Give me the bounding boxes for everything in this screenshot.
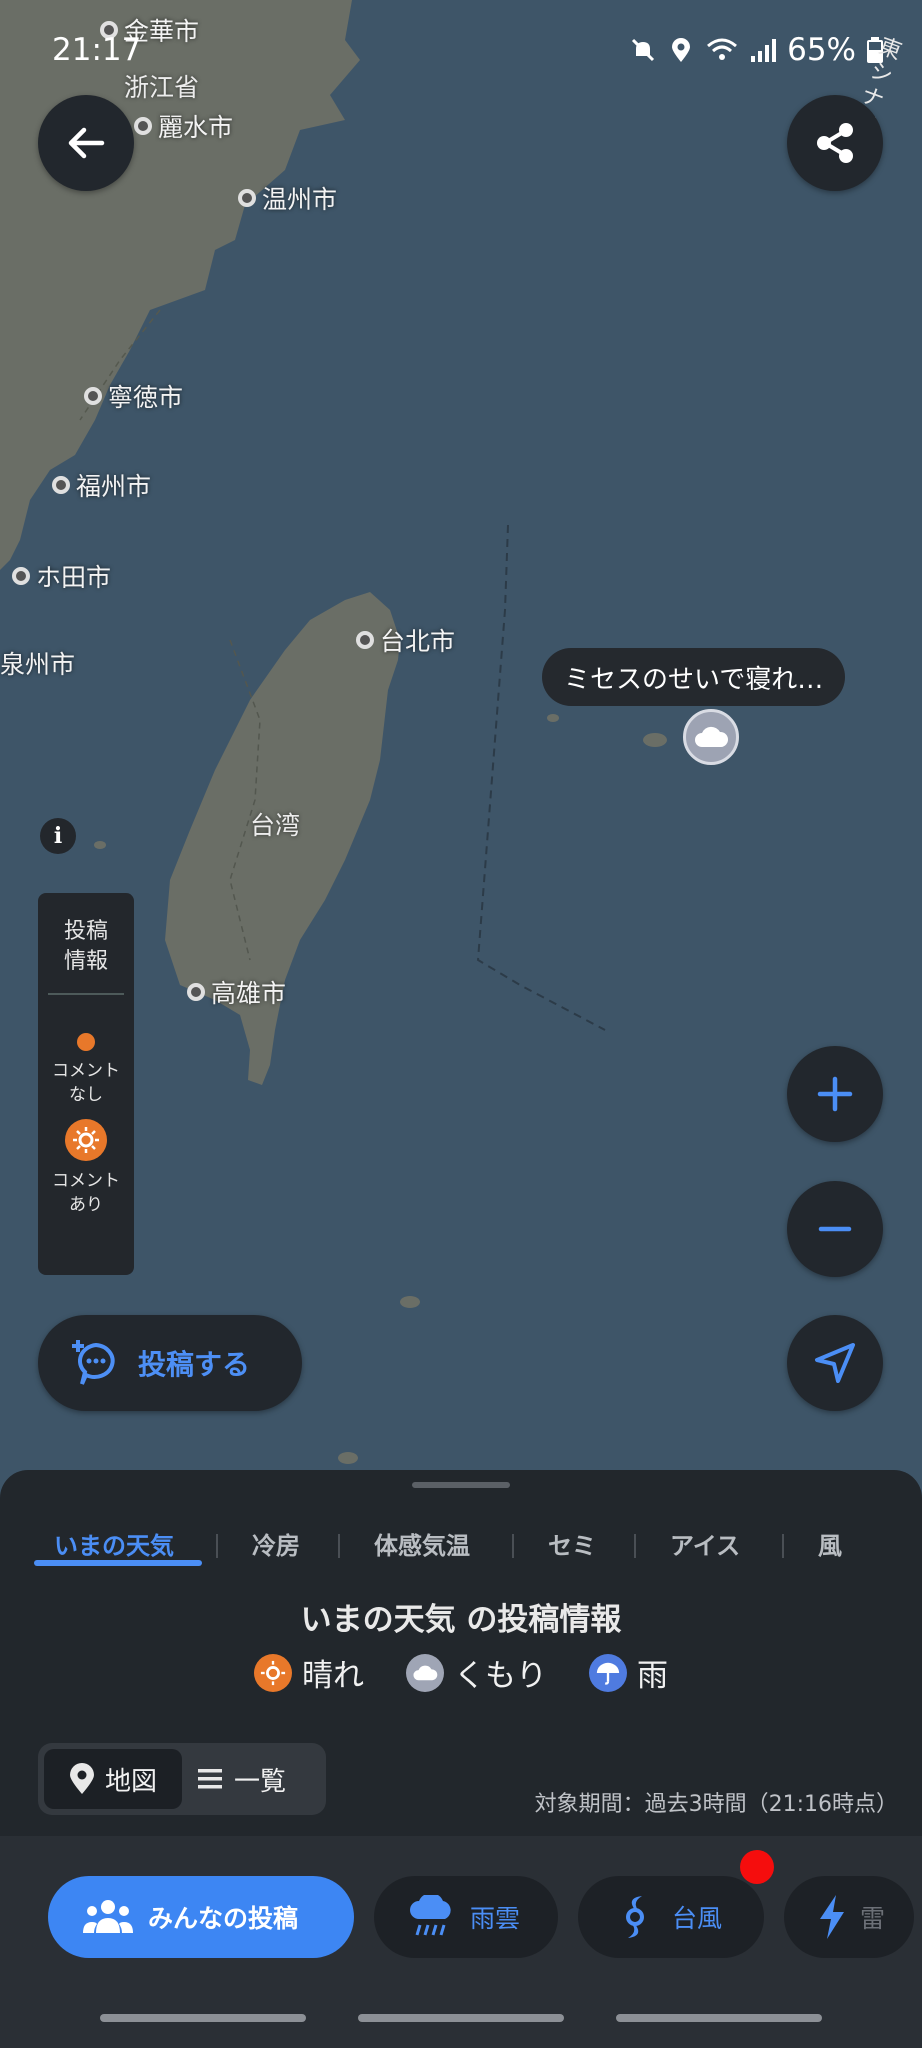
zoom-in-button[interactable] — [787, 1046, 883, 1142]
tab-divider — [512, 1534, 514, 1558]
city-dot-icon — [187, 983, 205, 1001]
tab-cooling[interactable]: 冷房 — [252, 1526, 300, 1561]
status-time: 21:17 — [52, 32, 142, 68]
city-putian[interactable]: ホ田市 — [12, 558, 111, 594]
city-dot-icon — [356, 631, 374, 649]
share-button[interactable] — [787, 95, 883, 191]
sun-badge-icon — [65, 1119, 107, 1161]
zoom-out-button[interactable] — [787, 1181, 883, 1277]
period-text: 対象期間：過去3時間（21:16時点） — [534, 1792, 898, 1817]
legend-no-comment: コメント なし — [52, 1061, 120, 1105]
status-icons: 65% — [629, 32, 884, 68]
view-toggle: 地図 一覧 — [38, 1743, 326, 1815]
signal-icon — [751, 39, 777, 62]
system-nav-home[interactable] — [358, 2014, 564, 2022]
nav-typhoon[interactable]: 台風 — [578, 1876, 764, 1958]
sheet-handle[interactable] — [412, 1482, 510, 1488]
wifi-icon — [707, 38, 738, 60]
active-tab-indicator — [34, 1560, 202, 1566]
status-bar: 21:17 65% — [0, 28, 922, 74]
nav-thunder[interactable]: 雷 — [784, 1876, 914, 1958]
plus-icon — [817, 1076, 853, 1112]
navigation-arrow-icon — [815, 1343, 855, 1383]
region-taiwan: 台湾 — [250, 811, 301, 840]
bottom-nav: みんなの投稿 雨雲 台風 雷 — [0, 1836, 922, 2048]
sun-icon — [254, 1653, 292, 1692]
add-comment-icon — [72, 1340, 115, 1385]
rain-cloud-icon — [410, 1895, 451, 1936]
city-dot-icon — [134, 117, 152, 135]
my-location-button[interactable] — [787, 1315, 883, 1411]
legend-rain: 雨 — [589, 1650, 668, 1695]
legend-cloudy: くもり — [406, 1650, 547, 1695]
legend-sunny-label: 晴れ — [302, 1658, 364, 1694]
post-bubble[interactable]: ミセスのせいで寝れ… — [542, 648, 846, 706]
legend-divider — [48, 993, 124, 995]
city-wenzhou[interactable]: 温州市 — [238, 180, 337, 216]
city-fuzhou[interactable]: 福州市 — [52, 467, 151, 503]
city-ningde[interactable]: 寧徳市 — [84, 378, 183, 414]
city-lishui[interactable]: 麗水市 — [134, 108, 233, 144]
back-button[interactable] — [38, 95, 134, 191]
tab-current-weather[interactable]: いまの天気 — [54, 1526, 174, 1561]
share-icon — [817, 123, 853, 163]
legend-with-comment: コメント あり — [52, 1171, 120, 1215]
system-nav-recent[interactable] — [100, 2014, 306, 2022]
typhoon-icon — [626, 1896, 644, 1938]
category-tabs: いまの天気 冷房 体感気温 セミ アイス 風 — [0, 1512, 922, 1576]
lightning-icon — [820, 1895, 844, 1939]
list-view-button[interactable]: 一覧 — [198, 1749, 318, 1809]
post-legend: 投稿 情報 コメント なし コメント あり — [38, 893, 134, 1275]
post-button-label: 投稿する — [138, 1348, 251, 1381]
info-icon[interactable]: i — [40, 818, 76, 854]
legend-rain-label: 雨 — [637, 1658, 668, 1694]
tab-divider — [216, 1534, 218, 1558]
city-taipei[interactable]: 台北市 — [356, 622, 455, 658]
map-view-button[interactable]: 地図 — [44, 1749, 182, 1809]
map-pin-icon — [69, 1763, 94, 1794]
cloud-icon — [406, 1653, 444, 1692]
legend-sunny: 晴れ — [254, 1650, 364, 1695]
tab-divider — [338, 1534, 340, 1558]
tab-divider — [634, 1534, 636, 1558]
nav-everyone-posts[interactable]: みんなの投稿 — [48, 1876, 354, 1958]
cloud-post-pin[interactable] — [683, 709, 739, 765]
list-icon — [198, 1769, 222, 1789]
city-dot-icon — [12, 567, 30, 585]
mute-icon — [632, 38, 655, 62]
sheet-title: いまの天気 の投稿情報 — [300, 1602, 622, 1638]
weather-legend: 晴れ くもり 雨 — [0, 1650, 922, 1695]
location-icon — [672, 38, 691, 62]
legend-cloudy-label: くもり — [454, 1658, 547, 1694]
tab-wind[interactable]: 風 — [818, 1526, 842, 1561]
umbrella-icon — [589, 1653, 627, 1692]
legend-title: 投稿 情報 — [63, 919, 108, 974]
battery-percent: 65% — [787, 32, 856, 68]
arrow-left-icon — [68, 127, 105, 159]
tab-feels-like[interactable]: 体感気温 — [374, 1526, 470, 1561]
minus-icon — [818, 1226, 852, 1232]
city-dot-icon — [52, 476, 70, 494]
city-dot-icon — [84, 387, 102, 405]
tab-cicada[interactable]: セミ — [548, 1526, 596, 1561]
typhoon-notification-badge — [740, 1850, 774, 1884]
city-kaohsiung[interactable]: 高雄市 — [187, 974, 286, 1010]
city-dot-icon — [238, 189, 256, 207]
people-icon — [83, 1900, 133, 1933]
city-quanzhou[interactable]: 泉州市 — [0, 645, 75, 681]
tab-ice-cream[interactable]: アイス — [670, 1526, 740, 1561]
tab-divider — [782, 1534, 784, 1558]
cloud-icon — [695, 726, 729, 747]
system-nav-back[interactable] — [616, 2014, 822, 2022]
orange-dot-icon — [77, 1033, 95, 1051]
post-button[interactable]: 投稿する — [38, 1315, 302, 1411]
bottom-sheet: いまの天気 冷房 体感気温 セミ アイス 風 いまの天気 の投稿情報 晴れ くも… — [0, 1470, 922, 2048]
nav-rain-cloud[interactable]: 雨雲 — [374, 1876, 558, 1958]
